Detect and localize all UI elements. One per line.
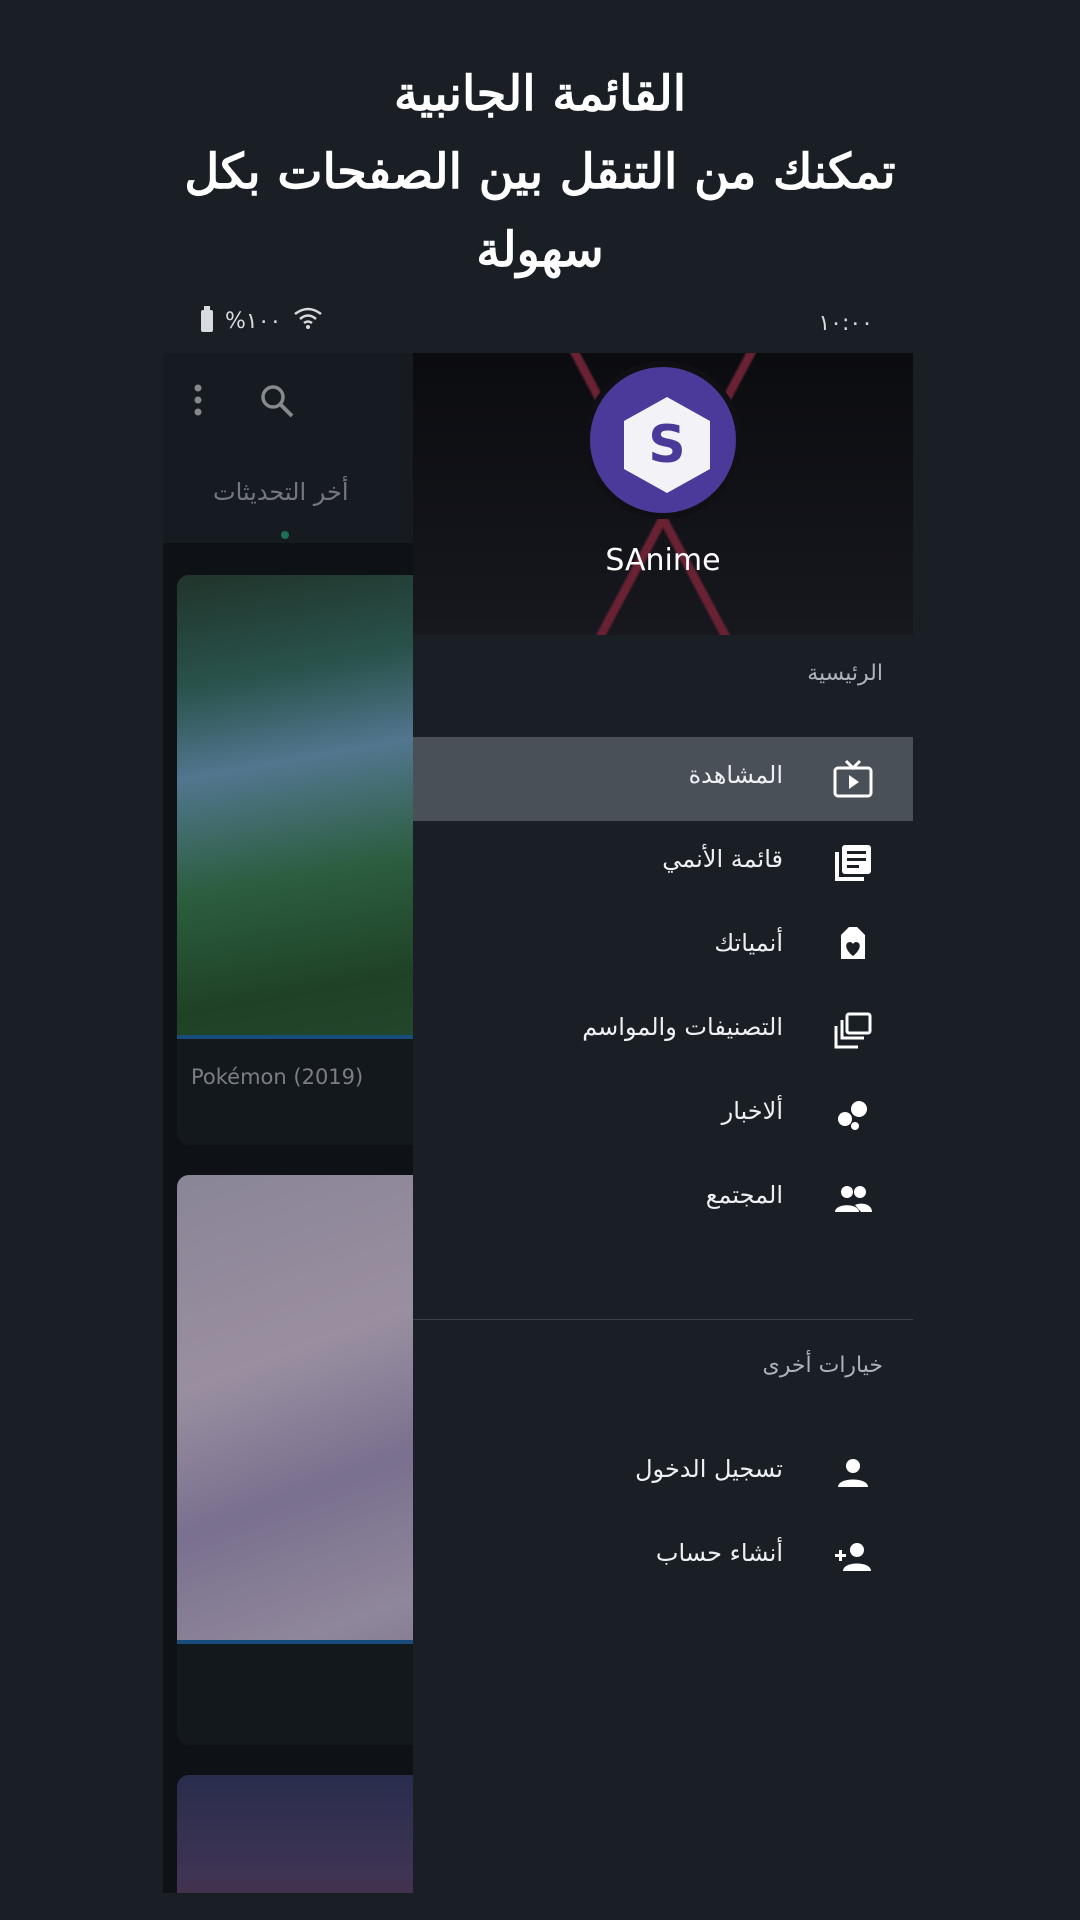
section-main: الرئيسية: [807, 661, 883, 686]
people-icon: [833, 1179, 873, 1219]
list-icon: [833, 843, 873, 883]
person-icon: [833, 1453, 873, 1493]
nav-item-anime-list[interactable]: قائمة الأنمي: [413, 821, 913, 905]
nav-item-categories[interactable]: التصنيفات والمواسم: [413, 989, 913, 1073]
tv-play-icon: [833, 759, 873, 799]
promo-caption: القائمة الجانبية تمكنك من التنقل بين الص…: [0, 55, 1080, 289]
nav-item-label: أنشاء حساب: [655, 1539, 783, 1567]
nav-item-signup[interactable]: أنشاء حساب: [413, 1515, 913, 1599]
battery-level: %١٠٠: [225, 308, 282, 334]
section-other: خيارات أخرى: [762, 1353, 883, 1378]
status-bar: %١٠٠ ١٠:٠٠: [163, 293, 913, 353]
person-add-icon: [833, 1537, 873, 1577]
nav-item-label: المشاهدة: [688, 761, 783, 789]
promo-line-3: سهولة: [476, 222, 604, 278]
nav-item-label: أنمياتك: [714, 929, 783, 957]
nav-item-label: تسجيل الدخول: [635, 1455, 783, 1483]
logo-hexagon-icon: S: [624, 397, 710, 493]
promo-line-1: القائمة الجانبية: [393, 66, 687, 122]
nav-item-news[interactable]: ألاخبار: [413, 1073, 913, 1157]
nav-item-label: قائمة الأنمي: [662, 845, 783, 873]
heart-tag-icon: [833, 922, 873, 967]
phone-screen: %١٠٠ ١٠:٠٠ أخر التحديثات Pokémon (2019): [163, 293, 913, 1893]
app-name: SAnime: [605, 543, 721, 578]
nav-item-label: المجتمع: [705, 1181, 783, 1209]
status-left: %١٠٠: [201, 306, 323, 335]
battery-icon: [201, 306, 213, 332]
promo-line-2: تمكنك من التنقل بين الصفحات بكل: [184, 144, 896, 200]
status-time: ١٠:٠٠: [818, 311, 873, 336]
nav-item-login[interactable]: تسجيل الدخول: [413, 1431, 913, 1515]
drawer-header: S SAnime: [413, 353, 913, 635]
collections-icon: [833, 1011, 873, 1051]
nav-item-community[interactable]: المجتمع: [413, 1157, 913, 1241]
drawer-divider: [413, 1319, 913, 1320]
navigation-drawer: S SAnime الرئيسية المشاهدة قائمة الأنمي …: [413, 353, 913, 1893]
wifi-icon: [293, 307, 323, 335]
nav-item-label: ألاخبار: [721, 1097, 783, 1125]
app-logo: S: [584, 361, 742, 519]
nav-item-watch[interactable]: المشاهدة: [413, 737, 913, 821]
bubbles-icon: [833, 1095, 873, 1135]
nav-item-my-anime[interactable]: أنمياتك: [413, 905, 913, 989]
logo-letter: S: [648, 415, 686, 475]
nav-item-label: التصنيفات والمواسم: [582, 1013, 783, 1041]
